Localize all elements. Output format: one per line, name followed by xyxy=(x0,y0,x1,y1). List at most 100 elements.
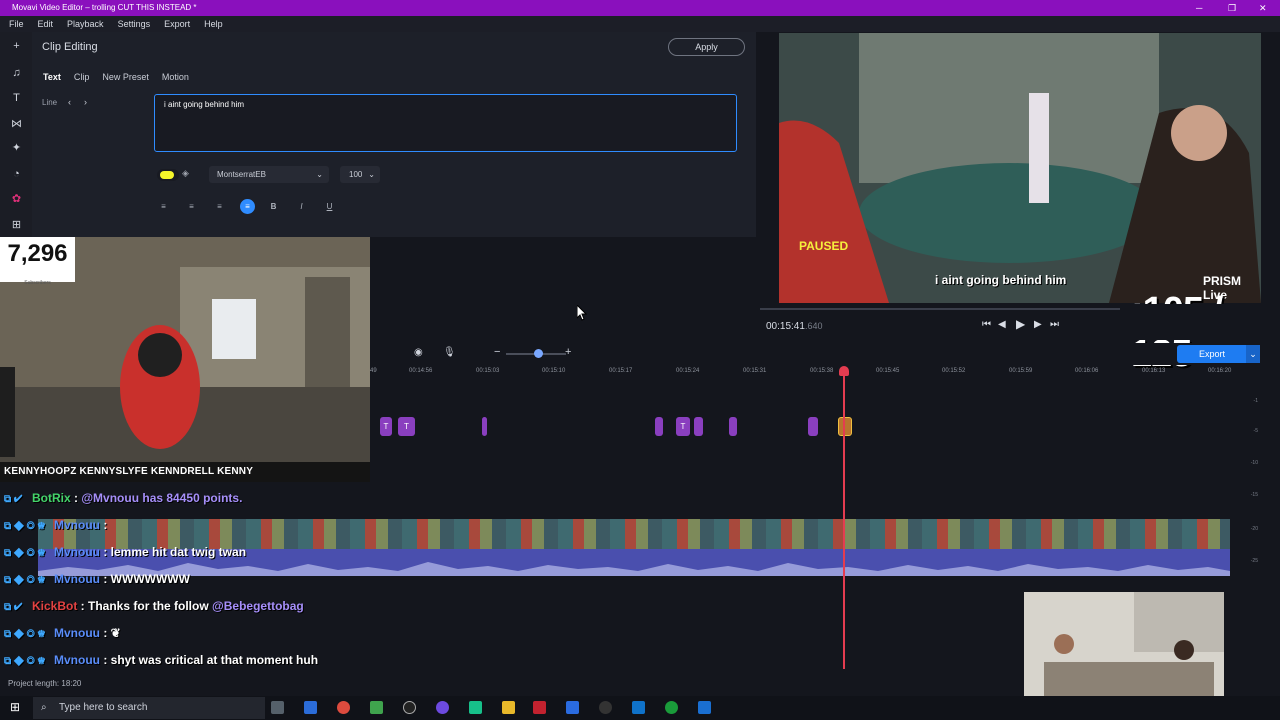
bold-icon[interactable]: B xyxy=(266,199,281,214)
app-icon[interactable] xyxy=(698,701,711,714)
preview-player[interactable]: PAUSED i aint going behind him PRISM Liv… xyxy=(779,33,1261,303)
chat-text: shyt was critical at that moment huh xyxy=(110,653,319,667)
microphone-icon[interactable]: 🎙 xyxy=(443,347,456,358)
export-label: Export xyxy=(1199,349,1226,359)
task-view-icon[interactable] xyxy=(271,701,284,714)
scrub-bar[interactable] xyxy=(760,308,1120,310)
menu-playback[interactable]: Playback xyxy=(67,16,104,32)
timer-icon[interactable]: ◔ xyxy=(10,168,23,181)
chevron-right-icon[interactable]: › xyxy=(84,97,87,107)
discord-icon[interactable] xyxy=(436,701,449,714)
menu-help[interactable]: Help xyxy=(204,16,223,32)
ruler-tick: 00:14:56 xyxy=(409,368,433,374)
close-icon[interactable]: ✕ xyxy=(1259,0,1267,16)
chat-separator: : xyxy=(100,572,111,586)
transitions-icon[interactable]: ⋈ xyxy=(10,118,23,131)
stickers-icon[interactable]: ✿ xyxy=(10,193,23,206)
title-clip-selected[interactable] xyxy=(838,417,852,436)
align-left-icon[interactable]: ≡ xyxy=(156,199,171,214)
title-clip[interactable]: T xyxy=(398,417,415,436)
tool-sidebar: + ♫ T ⋈ ✦ ◔ ✿ ⊞ xyxy=(0,32,32,242)
tab-clip[interactable]: Clip xyxy=(74,72,90,82)
chat-message: ⧉ ◆ ◎ ♛ Mvnouu : xyxy=(4,518,107,532)
align-right-icon[interactable]: ≡ xyxy=(184,199,199,214)
minimize-icon[interactable]: ─ xyxy=(1196,0,1202,16)
pip-scene xyxy=(1024,592,1224,696)
chat-username: Mvnouu xyxy=(54,572,100,586)
xbox-icon[interactable] xyxy=(665,701,678,714)
ruler-tick: 00:15:24 xyxy=(676,368,700,374)
zoom-slider-handle[interactable] xyxy=(534,349,543,358)
italic-icon[interactable]: I xyxy=(294,199,309,214)
copilot-icon[interactable] xyxy=(304,701,317,714)
font-size-value: 100 xyxy=(349,170,363,179)
title-clip[interactable] xyxy=(694,417,703,436)
align-center-icon[interactable]: ≡ xyxy=(212,199,227,214)
capcut-icon[interactable] xyxy=(599,701,612,714)
chat-message: ⧉ ◆ ◎ ♛ Mvnouu : WWWWWWW xyxy=(4,572,190,586)
align-justify-icon[interactable]: ≡ xyxy=(240,199,255,214)
zoom-in-icon[interactable]: + xyxy=(565,346,571,358)
font-size-dropdown[interactable]: 100 ⌄ xyxy=(340,166,380,183)
title-clip[interactable] xyxy=(655,417,663,436)
step-back-icon[interactable]: ◀ xyxy=(998,319,1006,330)
obs-icon[interactable] xyxy=(403,701,416,714)
title-text-input[interactable]: i aint going behind him xyxy=(154,94,737,152)
chat-separator: : xyxy=(100,653,111,667)
font-dropdown[interactable]: MontserratEB ⌄ xyxy=(209,166,329,183)
chat-text: WWWWWWW xyxy=(110,572,190,586)
tab-new-preset[interactable]: New Preset xyxy=(102,72,149,82)
tab-motion[interactable]: Motion xyxy=(162,72,189,82)
chat-username: KickBot xyxy=(32,599,78,613)
preview-subtitle[interactable]: i aint going behind him xyxy=(935,273,1066,287)
title-clip[interactable] xyxy=(729,417,737,436)
chat-badges: ⧉ ✔ xyxy=(4,602,23,613)
text-color-picker[interactable] xyxy=(157,169,179,181)
emote-icon: ❦ xyxy=(110,626,121,640)
more-tools-icon[interactable]: ⊞ xyxy=(10,219,23,232)
timeline-toolbar: ◉ 🎙 − + Export ⌄ xyxy=(370,343,1280,365)
step-forward-icon[interactable]: ▶ xyxy=(1034,319,1042,330)
file-explorer-icon[interactable] xyxy=(502,701,515,714)
taskbar-search[interactable]: ⌕ Type here to search xyxy=(33,697,265,719)
chevron-left-icon[interactable]: ‹ xyxy=(68,97,71,107)
menu-edit[interactable]: Edit xyxy=(38,16,54,32)
titles-icon[interactable]: T xyxy=(10,92,23,105)
underline-icon[interactable]: U xyxy=(322,199,337,214)
playhead[interactable] xyxy=(843,369,845,669)
app-icon[interactable] xyxy=(469,701,482,714)
export-button[interactable]: Export ⌄ xyxy=(1177,345,1260,363)
chevron-down-icon[interactable]: ⌄ xyxy=(1246,345,1260,363)
outlook-icon[interactable] xyxy=(632,701,645,714)
title-clip[interactable]: T xyxy=(676,417,690,436)
chat-separator: : xyxy=(100,545,111,559)
restore-icon[interactable]: ❐ xyxy=(1228,0,1236,16)
tab-text[interactable]: Text xyxy=(43,72,61,82)
menu-file[interactable]: File xyxy=(9,16,24,32)
zoom-out-icon[interactable]: − xyxy=(494,346,500,358)
music-icon[interactable]: ♫ xyxy=(10,67,23,80)
record-icon[interactable]: ◉ xyxy=(414,347,423,358)
fill-bucket-icon[interactable]: ◈ xyxy=(182,168,189,179)
video-editor-icon[interactable] xyxy=(533,701,546,714)
windows-start-icon[interactable]: ⊞ xyxy=(10,700,20,714)
store-icon[interactable] xyxy=(370,701,383,714)
menu-settings[interactable]: Settings xyxy=(118,16,151,32)
title-clip[interactable] xyxy=(482,417,487,436)
level-scale-tick: -15 xyxy=(1250,492,1258,498)
title-clip[interactable]: T xyxy=(380,417,392,436)
play-icon[interactable]: ▶ xyxy=(1016,317,1025,331)
movavi-icon[interactable] xyxy=(566,701,579,714)
timeline-ruler[interactable]: 49 00:14:56 00:15:03 00:15:10 00:15:17 0… xyxy=(370,365,1231,379)
menu-export[interactable]: Export xyxy=(164,16,190,32)
apply-button[interactable]: Apply xyxy=(668,38,745,56)
level-scale-tick: -1 xyxy=(1253,398,1258,404)
filters-icon[interactable]: ✦ xyxy=(10,142,23,155)
font-value: MontserratEB xyxy=(217,170,266,179)
skip-start-icon[interactable]: ⏮ xyxy=(982,319,991,330)
ruler-tick: 00:15:17 xyxy=(609,368,633,374)
title-clip[interactable] xyxy=(808,417,818,436)
add-media-icon[interactable]: + xyxy=(10,40,23,53)
chrome-icon[interactable] xyxy=(337,701,350,714)
skip-end-icon[interactable]: ⏭ xyxy=(1050,319,1059,330)
